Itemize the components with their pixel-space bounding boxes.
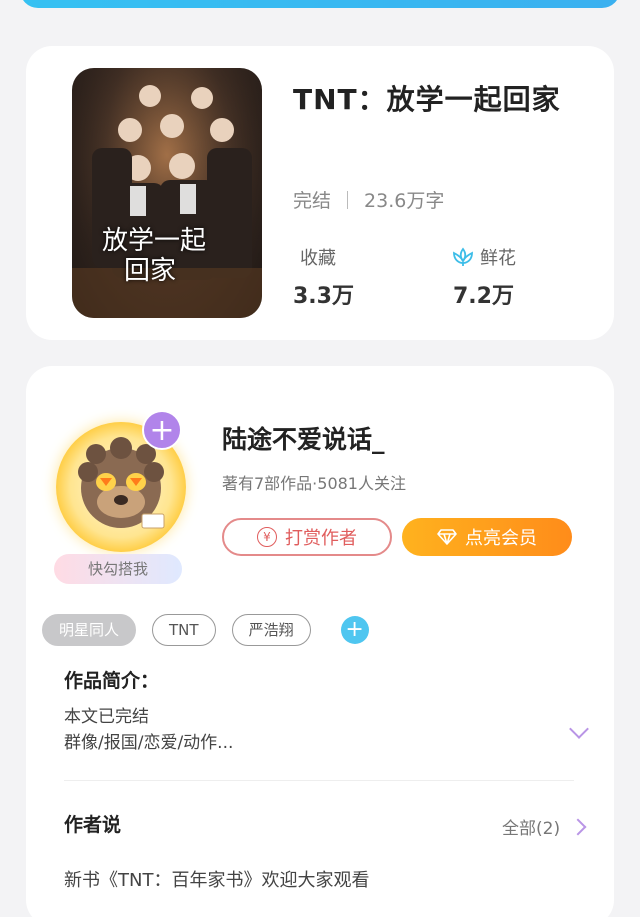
vip-label: 点亮会员 xyxy=(465,528,537,549)
author-says-all-link[interactable]: 全部(2) xyxy=(502,814,587,839)
follow-plus-button[interactable]: + xyxy=(142,410,182,450)
chevron-down-icon[interactable] xyxy=(569,719,589,739)
divider xyxy=(64,780,574,781)
meta-divider xyxy=(347,190,349,209)
diamond-icon xyxy=(437,529,457,545)
intro-heading: 作品简介： xyxy=(64,670,160,692)
vip-button[interactable]: 点亮会员 xyxy=(402,518,572,556)
cover-title-art: 放学一起 回家 xyxy=(102,226,207,286)
book-meta: 完结 23.6万字 xyxy=(293,186,444,213)
flowers-value: 7.2万 xyxy=(453,284,514,309)
tag-item[interactable]: 严浩翔 xyxy=(231,614,311,646)
contact-pill[interactable]: 快勾搭我 xyxy=(54,554,182,584)
book-title: TNT：放学一起回家 xyxy=(293,83,561,116)
tag-item[interactable]: 明星同人 xyxy=(42,614,137,646)
book-word-count: 23.6万字 xyxy=(364,190,445,212)
tag-item[interactable]: TNT xyxy=(152,614,216,646)
book-info-card: 放学一起 回家 TNT：放学一起回家 完结 23.6万字 收藏 3.3万 鲜花 … xyxy=(26,46,614,340)
intro-line: 本文已完结 xyxy=(64,707,149,727)
favorites-value: 3.3万 xyxy=(293,284,354,309)
flowers-label[interactable]: 鲜花 xyxy=(452,244,516,270)
lotus-flower-icon xyxy=(453,247,473,266)
intro-line: 群像/报国/恋爱/动作... xyxy=(64,733,234,753)
top-banner-strip xyxy=(20,0,620,8)
all-label: 全部(2) xyxy=(502,819,561,839)
author-says-message[interactable]: 新书《TNT：百年家书》欢迎大家观看 xyxy=(64,866,369,892)
add-tag-button[interactable]: + xyxy=(340,616,369,644)
author-card: + 快勾搭我 陆途不爱说话_ 著有7部作品·5081人关注 ¥ 打赏作者 点亮会… xyxy=(26,366,614,917)
chevron-right-icon xyxy=(569,818,587,835)
book-cover-image[interactable]: 放学一起 回家 xyxy=(72,68,262,318)
favorites-label: 收藏 xyxy=(300,248,336,269)
author-avatar-block[interactable]: + 快勾搭我 xyxy=(54,410,194,590)
author-says-heading: 作者说 xyxy=(64,814,122,836)
author-stats: 著有7部作品·5081人关注 xyxy=(222,474,406,493)
intro-text[interactable]: 本文已完结 群像/报国/恋爱/动作... xyxy=(64,704,233,756)
reward-label: 打赏作者 xyxy=(285,528,357,549)
yen-coin-icon: ¥ xyxy=(257,527,277,547)
reward-author-button[interactable]: ¥ 打赏作者 xyxy=(222,518,392,556)
tags-row: 明星同人 TNT 严浩翔 + xyxy=(42,614,369,646)
book-status: 完结 xyxy=(293,190,332,212)
author-name[interactable]: 陆途不爱说话_ xyxy=(222,420,385,456)
